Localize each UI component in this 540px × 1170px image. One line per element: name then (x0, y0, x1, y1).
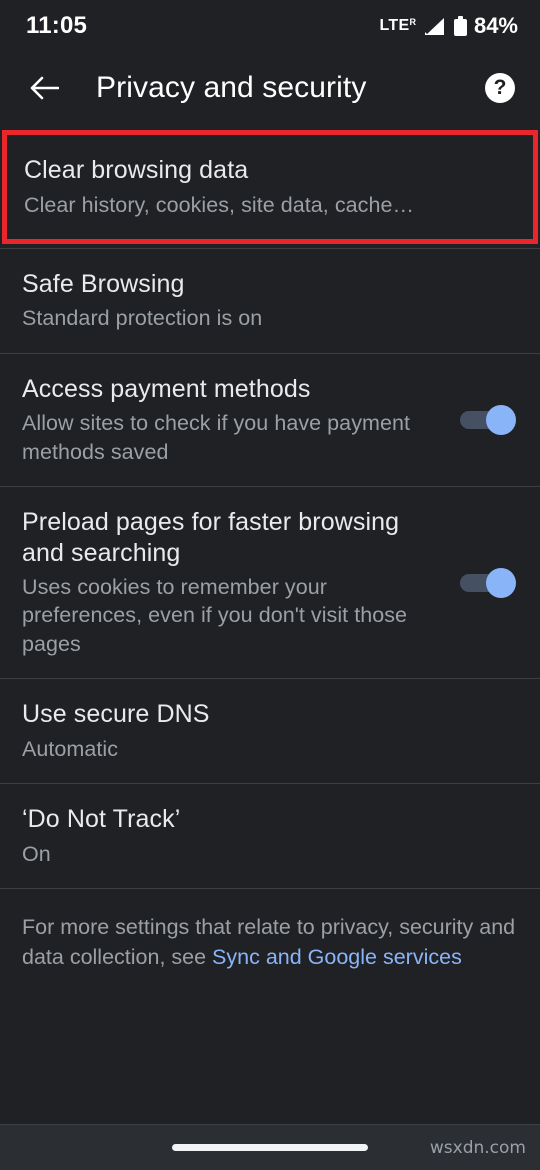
settings-list: Clear browsing data Clear history, cooki… (0, 124, 540, 1124)
setting-subtitle: Standard protection is on (22, 306, 263, 331)
setting-row-clear-browsing-data[interactable]: Clear browsing data Clear history, cooki… (2, 130, 538, 244)
setting-title: Access payment methods (22, 374, 311, 403)
app-toolbar: Privacy and security ? (0, 52, 540, 124)
system-navigation-bar: wsxdn.com (0, 1124, 540, 1170)
status-indicators: LTE R 84% (380, 13, 518, 39)
back-button[interactable] (20, 64, 68, 112)
status-bar: 11:05 LTE R 84% (0, 0, 540, 52)
setting-subtitle: Allow sites to check if you have payment… (22, 411, 410, 464)
setting-row-access-payment-methods[interactable]: Access payment methods Allow sites to ch… (0, 354, 540, 486)
page-title: Privacy and security (96, 71, 367, 104)
setting-subtitle: Uses cookies to remember your preference… (22, 575, 408, 656)
battery-icon (453, 16, 467, 36)
setting-row-preload-pages[interactable]: Preload pages for faster browsing and se… (0, 487, 540, 678)
battery-percent: 84% (473, 13, 518, 38)
sync-and-google-services-link[interactable]: Sync and Google services (212, 945, 462, 969)
toggle-thumb (486, 567, 516, 598)
roaming-superscript: R (409, 17, 416, 27)
setting-row-use-secure-dns[interactable]: Use secure DNS Automatic (0, 679, 540, 783)
row-text-block: ‘Do Not Track’ On (22, 784, 516, 888)
toggle-access-payment-methods[interactable] (460, 404, 516, 435)
setting-subtitle: Clear history, cookies, site data, cache… (24, 192, 415, 217)
help-circle-icon: ? (485, 73, 515, 103)
setting-subtitle: On (22, 841, 51, 866)
row-text-block: Use secure DNS Automatic (22, 679, 516, 783)
back-arrow-icon (30, 76, 59, 100)
setting-title: Safe Browsing (22, 269, 185, 298)
setting-row-do-not-track[interactable]: ‘Do Not Track’ On (0, 784, 540, 888)
row-text-block: Clear browsing data Clear history, cooki… (24, 135, 509, 239)
setting-title: Clear browsing data (24, 156, 249, 184)
lte-label: LTE (379, 17, 410, 34)
setting-title: Preload pages for faster browsing and se… (22, 508, 400, 567)
footer-text: For more settings that relate to privacy… (22, 913, 516, 972)
setting-title: Use secure DNS (22, 700, 210, 729)
setting-row-safe-browsing[interactable]: Safe Browsing Standard protection is on (0, 249, 540, 353)
phone-screen: 11:05 LTE R 84% Privacy and security ? C… (0, 0, 540, 1170)
status-time: 11:05 (26, 12, 88, 39)
footer-note: For more settings that relate to privacy… (0, 889, 540, 998)
watermark-label: wsxdn.com (429, 1137, 526, 1158)
toggle-thumb (486, 404, 516, 435)
row-text-block: Safe Browsing Standard protection is on (22, 249, 516, 353)
signal-icon (423, 17, 445, 36)
row-text-block: Preload pages for faster browsing and se… (22, 487, 444, 678)
network-type-indicator: LTE R (380, 17, 416, 35)
setting-subtitle: Automatic (22, 736, 119, 761)
help-button[interactable]: ? (478, 66, 522, 110)
row-text-block: Access payment methods Allow sites to ch… (22, 354, 444, 486)
setting-title: ‘Do Not Track’ (22, 805, 181, 833)
home-gesture-pill[interactable] (172, 1144, 368, 1151)
toggle-preload-pages[interactable] (460, 567, 516, 598)
